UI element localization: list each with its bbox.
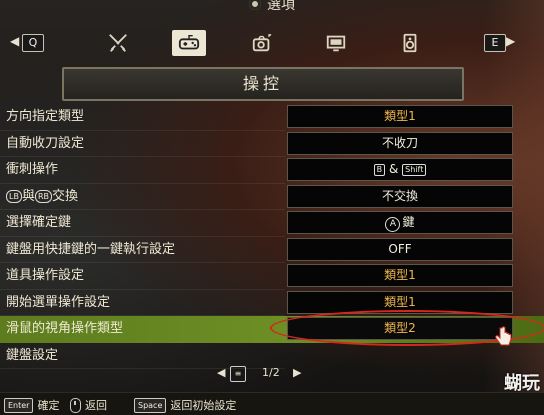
reset-button[interactable]: Space 返回初始設定 [134, 397, 236, 413]
ampersand: & [388, 162, 399, 176]
watermark: 蝴玩 [484, 374, 540, 414]
label-tail: 交換 [52, 188, 79, 204]
setting-value[interactable]: 類型1 [287, 264, 513, 287]
back-button[interactable]: 返回 [70, 397, 107, 413]
setting-value[interactable]: 類型1 [287, 105, 513, 128]
setting-row[interactable]: 道具操作設定 類型1 [0, 263, 544, 290]
setting-row-selected[interactable]: 滑鼠的視角操作類型 類型2 [0, 316, 544, 343]
b-button-icon: B [373, 164, 386, 176]
setting-value[interactable]: A鍵 [287, 211, 513, 234]
setting-label: 選擇確定鍵 [6, 215, 72, 230]
setting-value[interactable]: OFF [287, 237, 513, 261]
setting-row[interactable]: 選擇確定鍵 A鍵 [0, 210, 544, 237]
next-tab-key[interactable]: E [484, 34, 506, 52]
window-title-text: 選項 [267, 0, 295, 13]
setting-label: 方向指定類型 [6, 109, 85, 124]
lb-button-icon: LB [6, 189, 22, 203]
tab-display[interactable] [322, 30, 350, 56]
reset-label: 返回初始設定 [170, 399, 237, 412]
shift-key-icon: Shift [402, 164, 427, 176]
setting-row[interactable]: LB 與 RB 交換 不交換 [0, 184, 544, 211]
page-next-icon[interactable]: ▶ [293, 366, 301, 379]
setting-value[interactable]: B & Shift [287, 158, 513, 181]
setting-value[interactable]: 類型1 [287, 290, 513, 314]
setting-label: 衝刺操作 [6, 162, 59, 177]
tab-swords[interactable] [104, 30, 132, 56]
space-key-icon: Space [134, 397, 167, 413]
tab-audio[interactable] [396, 30, 424, 56]
setting-label: 道具操作設定 [6, 268, 85, 283]
setting-label: 自動收刀設定 [6, 135, 85, 151]
settings-list: 方向指定類型 類型1 自動收刀設定 不收刀 衝刺操作 B & Shift LB 與… [0, 104, 544, 369]
setting-label: 鍵盤用快捷鍵的一鍵執行設定 [6, 241, 176, 257]
rb-button-icon: RB [34, 189, 53, 203]
confirm-button[interactable]: Enter 確定 [4, 397, 59, 413]
speaker-icon [403, 33, 417, 53]
swords-icon [109, 34, 127, 52]
a-button-icon: A [385, 217, 401, 232]
gear-icon [249, 0, 261, 10]
monitor-icon [326, 35, 346, 52]
label-mid: 與 [21, 188, 35, 204]
setting-label: LB 與 RB 交換 [6, 184, 78, 209]
document-icon: ≡ [230, 366, 246, 382]
hand-cursor-icon [495, 326, 512, 346]
setting-row[interactable]: 方向指定類型 類型1 [0, 104, 544, 131]
setting-label: 開始選單操作設定 [6, 294, 111, 310]
setting-row[interactable]: 開始選單操作設定 類型1 [0, 290, 544, 317]
back-label: 返回 [85, 399, 107, 412]
arrow-left-icon[interactable]: ◀ [10, 34, 19, 48]
tab-bar: ◀ Q E ▶ [0, 28, 544, 62]
watermark-text: 蝴玩 [504, 373, 540, 394]
setting-value[interactable]: 類型2 [287, 317, 513, 340]
setting-row[interactable]: 衝刺操作 B & Shift [0, 157, 544, 184]
arrow-right-icon[interactable]: ▶ [506, 34, 515, 48]
setting-row[interactable]: 自動收刀設定 不收刀 [0, 131, 544, 158]
gamepad-icon [178, 34, 200, 50]
setting-label: 鍵盤設定 [6, 347, 59, 363]
setting-label: 滑鼠的視角操作類型 [6, 321, 124, 336]
value-tail: 鍵 [402, 215, 415, 229]
section-header: 操控 [62, 67, 464, 101]
pager: ◀ ≡ 1/2 ▶ [215, 366, 335, 382]
window-title: 選項 [0, 0, 544, 14]
tab-camera[interactable] [248, 30, 276, 56]
setting-value[interactable]: 不交換 [287, 184, 513, 208]
enter-key-icon: Enter [4, 397, 34, 413]
setting-row[interactable]: 鍵盤用快捷鍵的一鍵執行設定 OFF [0, 237, 544, 264]
bottom-bar: Enter 確定 返回 Space 返回初始設定 [0, 392, 544, 415]
tab-controls[interactable] [172, 30, 206, 56]
camera-icon [252, 34, 272, 52]
page-prev-icon[interactable]: ◀ [217, 366, 225, 379]
mouse-icon [70, 397, 81, 413]
confirm-label: 確定 [37, 399, 60, 412]
setting-value[interactable]: 不收刀 [287, 131, 513, 155]
prev-tab-key[interactable]: Q [22, 34, 44, 52]
page-indicator: 1/2 [262, 366, 280, 379]
